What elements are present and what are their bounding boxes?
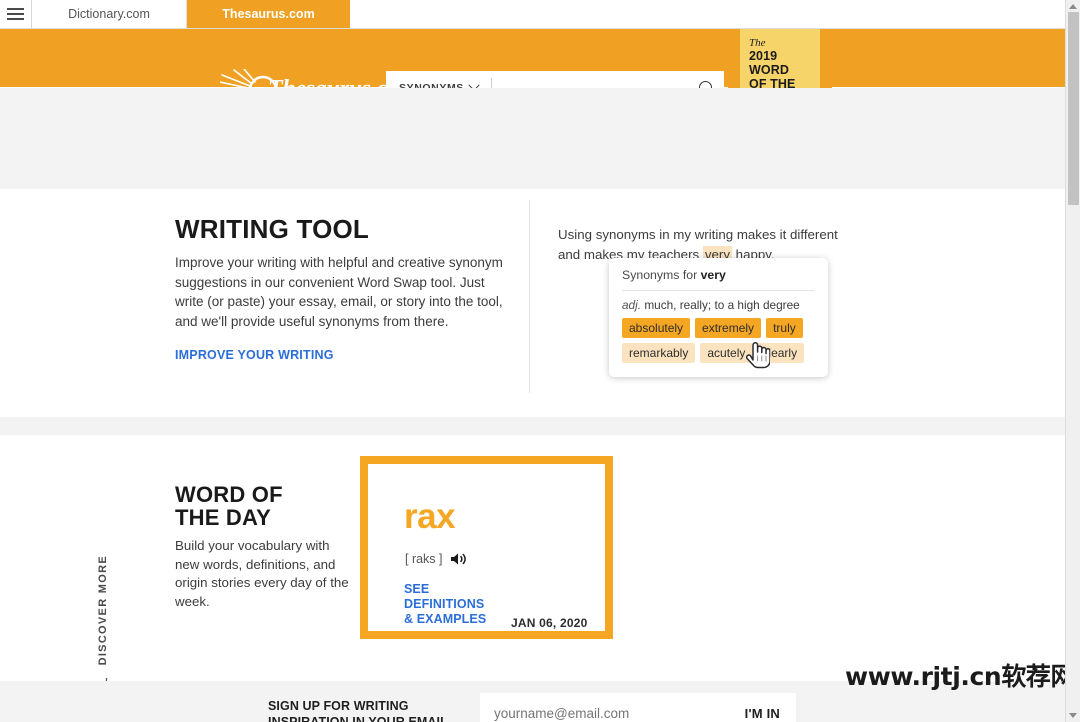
header-gray-band: [0, 88, 1065, 189]
synonym-tag[interactable]: remarkably: [622, 343, 696, 363]
site-header: Thesaurus.com SYNONYMS The 2019 WORD OF …: [0, 29, 1065, 117]
scrollbar-thumb[interactable]: [1068, 12, 1079, 205]
word-of-the-day-body: Build your vocabulary with new words, de…: [175, 537, 349, 610]
synonyms-card-definition: adj. much, really; to a high degree: [622, 298, 800, 312]
see-definitions-link[interactable]: SEE DEFINITIONS & EXAMPLES: [404, 582, 486, 626]
word-of-the-day-word: rax: [404, 497, 456, 536]
synonym-tag-row: absolutely extremely truly: [622, 318, 815, 338]
section-gray-strip: [0, 417, 1065, 435]
pronunciation-text: [ raks ]: [405, 552, 443, 566]
vertical-scrollbar[interactable]: [1065, 0, 1080, 722]
browser-tab-dictionary[interactable]: Dictionary.com: [32, 0, 187, 28]
browser-tab-thesaurus[interactable]: Thesaurus.com: [187, 0, 350, 28]
browser-tab-label: Thesaurus.com: [222, 7, 315, 21]
banner-line-word: WORD: [749, 63, 789, 78]
writing-tool-copy: WRITING TOOL Improve your writing with h…: [175, 214, 510, 362]
word-of-the-day-copy: WORD OF THE DAY Build your vocabulary wit…: [175, 483, 355, 612]
word-of-the-day-date: JAN 06, 2020: [511, 616, 588, 630]
scroll-up-arrow-icon[interactable]: [1069, 4, 1077, 9]
demo-sentence-before: Using synonyms in my writing makes it di…: [558, 227, 838, 262]
word-pronunciation-row: [ raks ]: [405, 552, 467, 566]
speaker-icon[interactable]: [450, 552, 467, 566]
discover-more-label: DISCOVER MORE: [97, 555, 109, 666]
signup-field-group: I'M IN: [480, 693, 796, 722]
scroll-down-arrow-icon[interactable]: [1069, 713, 1077, 718]
browser-tab-label: Dictionary.com: [68, 7, 150, 21]
pointing-hand-cursor-icon: [744, 339, 771, 369]
synonym-tag[interactable]: absolutely: [622, 318, 691, 338]
synonym-tag-row: remarkably acutely dearly: [622, 343, 815, 363]
word-of-the-day-title: WORD OF THE DAY: [175, 482, 283, 531]
synonym-tag[interactable]: extremely: [695, 318, 762, 338]
word-of-the-day-section: DISCOVER MORE WORD OF THE DAY Build your …: [0, 435, 1065, 711]
synonyms-card-heading: Synonyms for very: [622, 268, 815, 291]
part-of-speech: adj.: [622, 298, 642, 312]
synonym-tag[interactable]: truly: [766, 318, 803, 338]
banner-line-year: 2019: [749, 49, 778, 64]
watermark-text: www.rjtj.cn软荐网: [845, 662, 1076, 691]
writing-tool-title: WRITING TOOL: [175, 214, 370, 244]
ribbon-wing-left: [728, 53, 742, 93]
browser-tab-strip: Dictionary.com Thesaurus.com: [0, 0, 1065, 29]
hamburger-menu-icon[interactable]: [0, 0, 32, 28]
banner-line-the: The: [749, 37, 766, 49]
improve-your-writing-link[interactable]: IMPROVE YOUR WRITING: [175, 348, 510, 362]
section-divider: [529, 200, 530, 393]
page-root: Dictionary.com Thesaurus.com The 2019 WO…: [0, 0, 1080, 722]
email-input[interactable]: [480, 705, 729, 721]
word-of-the-day-card[interactable]: rax [ raks ] SEE DEFINITIONS & EXAMPLES JA…: [360, 456, 613, 639]
writing-tool-section: WRITING TOOL Improve your writing with h…: [0, 189, 1065, 417]
signup-heading: SIGN UP FOR WRITING INSPIRATION IN YOUR E…: [268, 699, 448, 722]
synonyms-card-word: very: [700, 268, 726, 282]
tab-strip-filler: [350, 0, 1065, 28]
ribbon-wing-right: [818, 53, 832, 93]
synonyms-popup-card: Synonyms for very adj. much, really; to …: [609, 258, 828, 377]
im-in-button[interactable]: I'M IN: [729, 706, 796, 721]
writing-tool-body: Improve your writing with helpful and cr…: [175, 255, 503, 329]
